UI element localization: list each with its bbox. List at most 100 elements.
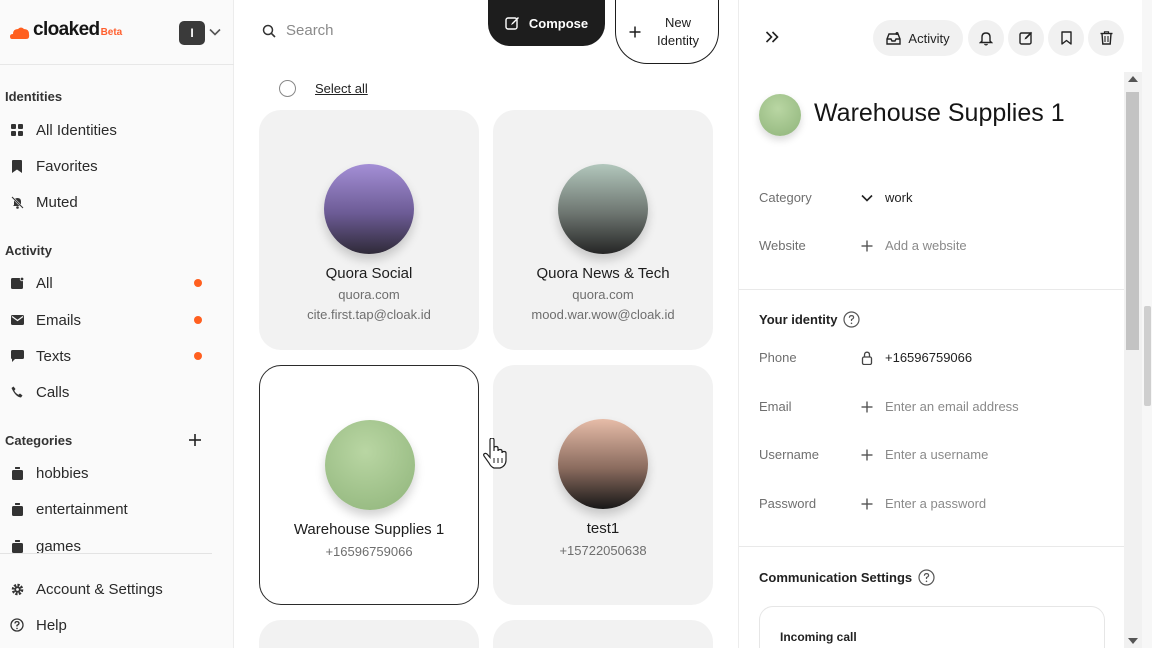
- nav-label: games: [36, 537, 82, 555]
- new-identity-label: New Identity: [657, 14, 699, 48]
- section-divider: [739, 546, 1125, 547]
- select-all-radio[interactable]: [279, 80, 296, 97]
- nav-emails[interactable]: Emails: [0, 305, 220, 335]
- categories-section-label: Categories: [5, 433, 73, 448]
- category-value[interactable]: work: [885, 190, 912, 205]
- scroll-up-arrow-icon[interactable]: [1128, 76, 1138, 82]
- detail-scrollbar-thumb[interactable]: [1126, 92, 1139, 350]
- activity-button[interactable]: Activity: [873, 20, 963, 56]
- double-chevron-right-icon[interactable]: [765, 30, 779, 44]
- inbox-icon: [9, 275, 25, 291]
- website-label: Website: [759, 238, 806, 253]
- nav-label: Favorites: [36, 157, 98, 175]
- identity-avatar: [558, 164, 648, 254]
- username-label: Username: [759, 447, 819, 462]
- username-field[interactable]: Enter a username: [885, 447, 988, 462]
- nav-label: Help: [36, 616, 67, 634]
- communication-settings-heading: Communication Settings: [759, 569, 935, 586]
- website-field[interactable]: Add a website: [885, 238, 967, 253]
- phone-label: Phone: [759, 350, 797, 365]
- identity-website: quora.com: [338, 287, 400, 302]
- chevron-down-icon[interactable]: [209, 28, 221, 36]
- notifications-button[interactable]: [968, 20, 1004, 56]
- identity-title[interactable]: Warehouse Supplies 1: [814, 99, 1065, 128]
- category-label: Category: [759, 190, 812, 205]
- search-input[interactable]: Search: [262, 22, 334, 39]
- identity-phone: +15722050638: [559, 543, 647, 558]
- help-icon[interactable]: [843, 311, 861, 328]
- new-identity-button[interactable]: New Identity: [615, 0, 719, 64]
- user-avatar[interactable]: I: [179, 21, 205, 45]
- nav-label: All Identities: [36, 121, 117, 139]
- cloaked-logo[interactable]: cloaked Beta: [10, 20, 122, 40]
- compose-icon: [505, 16, 519, 30]
- incoming-call-setting[interactable]: Incoming call: [759, 606, 1105, 648]
- folder-icon: [9, 538, 25, 554]
- edit-button[interactable]: [1008, 20, 1044, 56]
- identities-list-pane: Search Compose New Identity Select all Q…: [235, 0, 737, 648]
- help-icon: [9, 617, 25, 633]
- grid-icon: [9, 122, 25, 138]
- cloud-logo-icon: [10, 27, 30, 39]
- nav-label: Muted: [36, 193, 78, 211]
- add-category-icon[interactable]: [187, 432, 203, 448]
- sidebar-footer-divider: [0, 553, 212, 554]
- chevron-down-icon[interactable]: [860, 191, 874, 205]
- nav-favorites[interactable]: Favorites: [0, 151, 220, 181]
- hand-pointer-cursor-icon: [483, 438, 507, 469]
- search-placeholder: Search: [286, 22, 334, 39]
- compose-button[interactable]: Compose: [488, 0, 605, 46]
- nav-all-identities[interactable]: All Identities: [0, 115, 220, 145]
- nav-category-games[interactable]: games: [0, 531, 220, 561]
- identity-card[interactable]: Quora Social quora.com cite.first.tap@cl…: [259, 110, 479, 350]
- select-all-label[interactable]: Select all: [315, 81, 368, 96]
- communication-settings-label: Communication Settings: [759, 570, 913, 585]
- beta-badge: Beta: [100, 27, 123, 38]
- scroll-down-arrow-icon[interactable]: [1128, 638, 1138, 644]
- nav-label: Texts: [36, 347, 72, 365]
- password-field[interactable]: Enter a password: [885, 496, 986, 511]
- nav-calls[interactable]: Calls: [0, 377, 220, 407]
- identity-card[interactable]: [259, 620, 479, 648]
- page-scrollbar-thumb[interactable]: [1144, 306, 1151, 406]
- plus-icon[interactable]: [860, 497, 874, 511]
- help-icon[interactable]: [918, 569, 935, 586]
- nav-account-settings[interactable]: Account & Settings: [0, 574, 220, 604]
- bookmark-outline-icon: [1060, 31, 1072, 45]
- identity-avatar-large: [759, 94, 801, 136]
- nav-activity-all[interactable]: All: [0, 268, 220, 298]
- phone-value[interactable]: +16596759066: [885, 350, 972, 365]
- identity-detail-panel: Activity Warehouse Supplies 1 Category w…: [738, 0, 1125, 648]
- nav-label: hobbies: [36, 464, 89, 482]
- delete-button[interactable]: [1088, 20, 1124, 56]
- nav-category-hobbies[interactable]: hobbies: [0, 458, 220, 488]
- identity-avatar: [325, 420, 415, 510]
- nav-label: entertainment: [36, 500, 128, 518]
- identity-card[interactable]: test1 +15722050638: [493, 365, 713, 605]
- folder-icon: [9, 501, 25, 517]
- favorite-button[interactable]: [1048, 20, 1084, 56]
- plus-icon[interactable]: [860, 239, 874, 253]
- email-field[interactable]: Enter an email address: [885, 399, 1019, 414]
- nav-muted[interactable]: Muted: [0, 187, 220, 217]
- nav-help[interactable]: Help: [0, 610, 220, 640]
- nav-texts[interactable]: Texts: [0, 341, 220, 371]
- email-label: Email: [759, 399, 792, 414]
- nav-label: Emails: [36, 311, 82, 329]
- section-divider: [739, 289, 1125, 290]
- plus-icon[interactable]: [860, 400, 874, 414]
- identity-phone: +16596759066: [325, 544, 413, 559]
- identity-avatar: [558, 419, 648, 509]
- unread-dot: [194, 352, 202, 360]
- identity-card[interactable]: [493, 620, 713, 648]
- identity-card-selected[interactable]: Warehouse Supplies 1 +16596759066: [259, 365, 479, 605]
- identity-card[interactable]: Quora News & Tech quora.com mood.war.wow…: [493, 110, 713, 350]
- nav-label: All: [36, 274, 53, 292]
- edit-icon: [1019, 31, 1033, 45]
- sidebar-divider: [0, 64, 234, 65]
- plus-icon: [629, 26, 641, 37]
- trash-icon: [1100, 31, 1112, 45]
- select-all[interactable]: Select all: [279, 80, 368, 97]
- nav-category-entertainment[interactable]: entertainment: [0, 494, 220, 524]
- plus-icon[interactable]: [860, 448, 874, 462]
